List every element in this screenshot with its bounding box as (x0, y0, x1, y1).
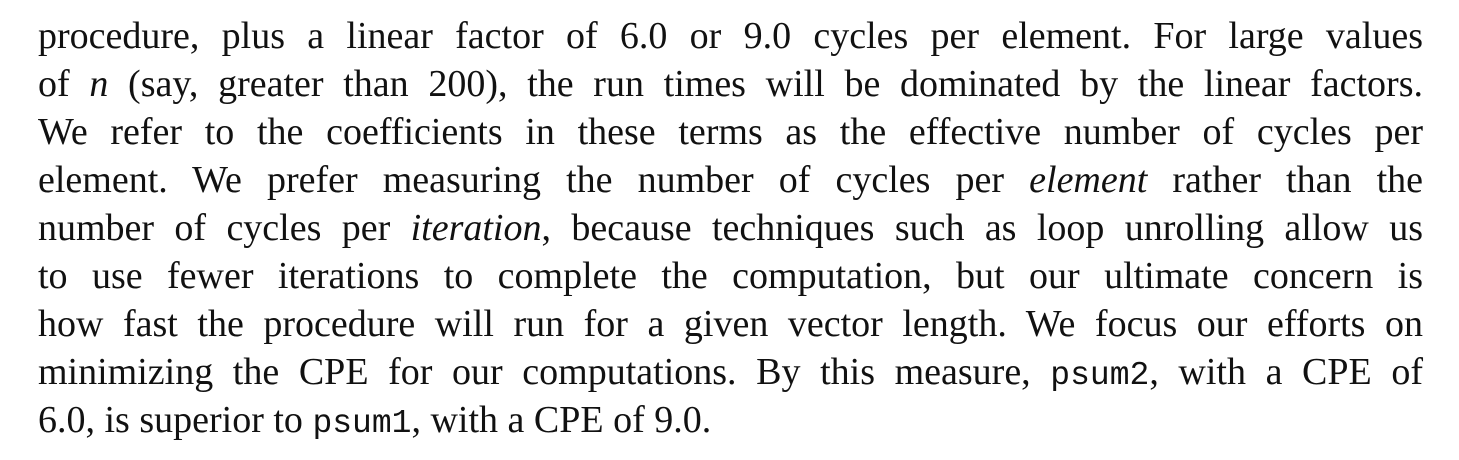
variable-n: n (89, 63, 109, 105)
text-line-6-content: to use fewer iterations to complete the … (38, 255, 1423, 297)
text-line-4-start: element. We prefer measuring the number … (38, 159, 1030, 201)
body-paragraph: procedure, plus a linear factor of 6.0 o… (38, 12, 1423, 444)
text-line-4: element. We prefer measuring the number … (38, 156, 1423, 204)
text-line-9: 6.0, is superior to psum1, with a CPE of… (38, 396, 1423, 444)
text-line-7-content: how fast the procedure will run for a gi… (38, 303, 1423, 345)
text-line-1-content: procedure, plus a linear factor of 6.0 o… (38, 15, 1423, 57)
text-line-5-start: number of cycles per (38, 207, 411, 249)
text-line-8: minimizing the CPE for our computations.… (38, 348, 1423, 396)
text-line-7: how fast the procedure will run for a gi… (38, 300, 1423, 348)
text-line-8-start: minimizing the CPE for our computations.… (38, 351, 1051, 393)
code-psum1: psum1 (312, 405, 412, 442)
text-line-9-end: , with a CPE of 9.0. (411, 399, 712, 441)
text-line-8-end: , with a CPE of (1149, 351, 1423, 393)
text-line-3-content: We refer to the coefficients in these te… (38, 111, 1423, 153)
text-line-9-start: 6.0, is superior to (38, 399, 313, 441)
emphasis-iteration: iteration (410, 207, 542, 249)
code-psum2: psum2 (1050, 357, 1150, 394)
text-line-2-end: (say, greater than 200), the run times w… (108, 63, 1424, 105)
emphasis-element: element (1029, 159, 1148, 201)
text-line-6: to use fewer iterations to complete the … (38, 252, 1423, 300)
text-line-2-start: of (38, 63, 90, 105)
text-line-1: procedure, plus a linear factor of 6.0 o… (38, 12, 1423, 60)
text-line-2: of n (say, greater than 200), the run ti… (38, 60, 1423, 108)
text-line-5-end: , because techniques such as loop unroll… (541, 207, 1423, 249)
text-line-3: We refer to the coefficients in these te… (38, 108, 1423, 156)
text-line-5: number of cycles per iteration, because … (38, 204, 1423, 252)
text-line-4-end: rather than the (1147, 159, 1423, 201)
document-page: procedure, plus a linear factor of 6.0 o… (38, 12, 1423, 444)
